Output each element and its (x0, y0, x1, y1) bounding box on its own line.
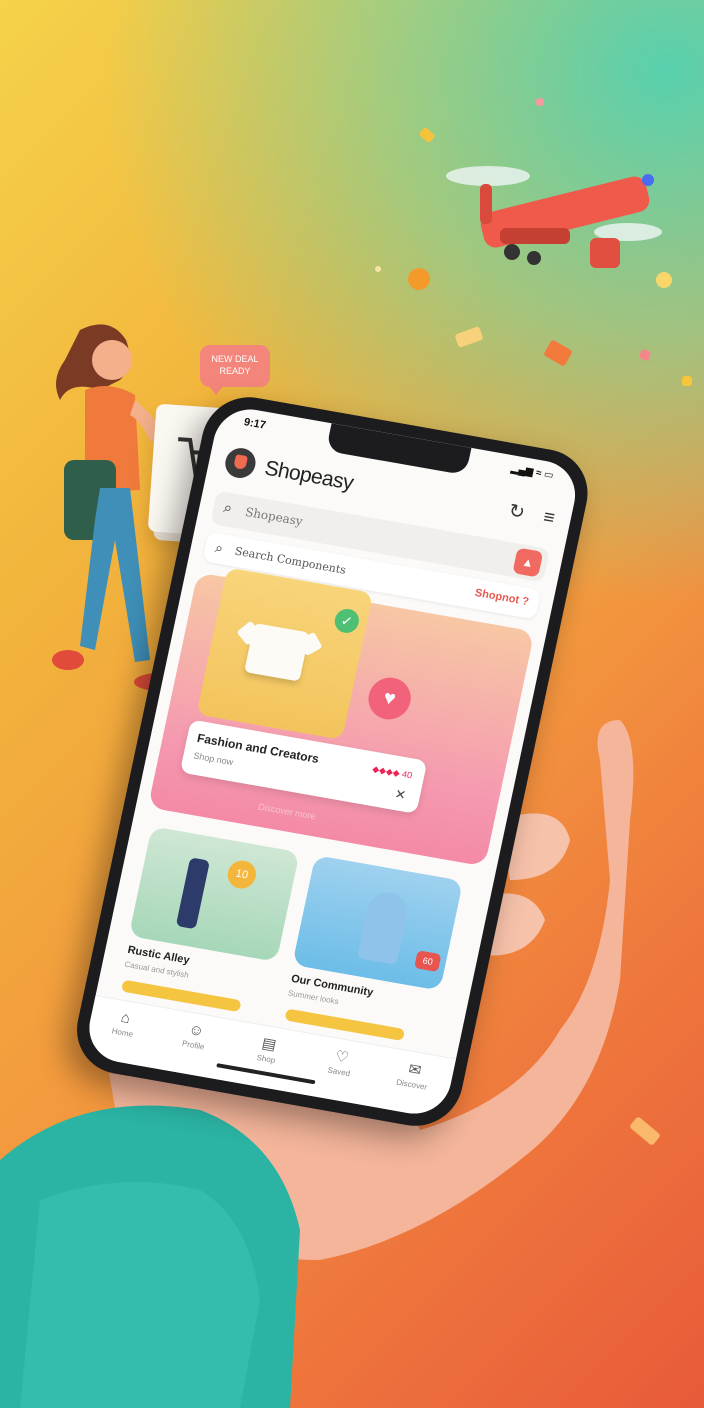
status-time: 9:17 (242, 416, 267, 432)
secondary-search-link[interactable]: Shopnot ? (474, 587, 530, 608)
tab-shop[interactable]: ▤ Shop (235, 1030, 300, 1069)
menu-icon[interactable]: ≡ (541, 507, 556, 529)
tab-home[interactable]: ⌂ Home (92, 1004, 157, 1042)
close-icon[interactable]: ✕ (393, 786, 407, 804)
search-icon: ⌕ (213, 539, 225, 557)
status-icons: ▂▄▆ ≈ ▭ (509, 463, 555, 482)
model-image (356, 889, 411, 965)
filter-button[interactable]: ▲ (512, 547, 544, 578)
hero-card-badge: ◆◆◆◆ 40 (371, 763, 414, 781)
hero-card-subtitle: Shop now (192, 750, 235, 768)
search-input[interactable]: Shopeasy (244, 505, 304, 529)
tile-badge: 10 (225, 858, 259, 891)
refresh-icon[interactable]: ↻ (507, 501, 527, 524)
product-tile[interactable]: 10 (128, 826, 300, 962)
tab-discover[interactable]: ✉ Discover (381, 1056, 446, 1095)
model-image (175, 857, 211, 930)
tile-badge: 60 (414, 950, 442, 973)
app-title: Shopeasy (262, 456, 356, 495)
product-tile[interactable]: 60 (292, 855, 464, 991)
tab-profile[interactable]: ☺ Profile (163, 1017, 228, 1055)
tshirt-image (244, 622, 310, 682)
app-logo (222, 445, 259, 481)
search-icon: ⌕ (222, 499, 234, 518)
tab-saved[interactable]: ♡ Saved (308, 1043, 373, 1082)
